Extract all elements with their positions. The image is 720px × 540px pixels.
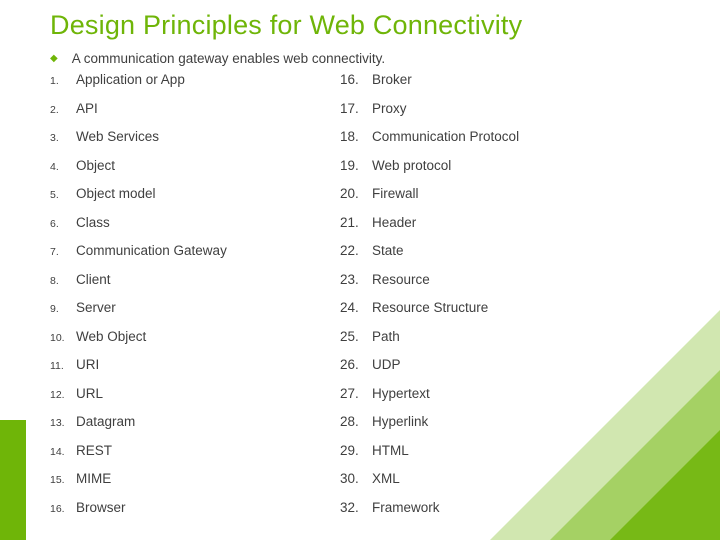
corner-triangle-small bbox=[610, 430, 720, 540]
item-number: 29. bbox=[340, 443, 372, 458]
item-text: MIME bbox=[76, 471, 111, 486]
item-text: Web Services bbox=[76, 129, 159, 144]
list-item: 10.Web Object bbox=[50, 329, 340, 358]
item-text: Application or App bbox=[76, 72, 185, 87]
list-item: 4.Object bbox=[50, 158, 340, 187]
item-text: Web protocol bbox=[372, 158, 451, 173]
item-text: API bbox=[76, 101, 98, 116]
item-text: Communication Protocol bbox=[372, 129, 519, 144]
list-item: 12.URL bbox=[50, 386, 340, 415]
item-number: 8. bbox=[50, 275, 76, 287]
item-number: 18. bbox=[340, 129, 372, 144]
slide: Design Principles for Web Connectivity ◆… bbox=[0, 0, 720, 540]
item-number: 15. bbox=[50, 474, 76, 486]
item-text: XML bbox=[372, 471, 400, 486]
list-item: 21.Header bbox=[340, 215, 660, 244]
list-item: 9.Server bbox=[50, 300, 340, 329]
item-number: 19. bbox=[340, 158, 372, 173]
list-item: 18.Communication Protocol bbox=[340, 129, 660, 158]
item-text: Firewall bbox=[372, 186, 419, 201]
item-number: 11. bbox=[50, 360, 76, 372]
item-text: UDP bbox=[372, 357, 401, 372]
list-item: 14.REST bbox=[50, 443, 340, 472]
list-item: 23.Resource bbox=[340, 272, 660, 301]
list-item: 15.MIME bbox=[50, 471, 340, 500]
list-item: 3.Web Services bbox=[50, 129, 340, 158]
list-item: 22.State bbox=[340, 243, 660, 272]
item-text: REST bbox=[76, 443, 112, 458]
item-number: 17. bbox=[340, 101, 372, 116]
left-column: 1.Application or App2.API3.Web Services4… bbox=[50, 72, 340, 528]
item-text: URI bbox=[76, 357, 99, 372]
list-item: 16.Broker bbox=[340, 72, 660, 101]
item-text: Datagram bbox=[76, 414, 135, 429]
item-text: Object model bbox=[76, 186, 156, 201]
item-number: 9. bbox=[50, 303, 76, 315]
item-number: 25. bbox=[340, 329, 372, 344]
intro-text: A communication gateway enables web conn… bbox=[72, 51, 385, 66]
list-item: 11.URI bbox=[50, 357, 340, 386]
item-number: 5. bbox=[50, 189, 76, 201]
item-number: 4. bbox=[50, 161, 76, 173]
list-item: 17.Proxy bbox=[340, 101, 660, 130]
item-text: Hyperlink bbox=[372, 414, 428, 429]
list-item: 2.API bbox=[50, 101, 340, 130]
item-number: 16. bbox=[50, 503, 76, 515]
item-number: 2. bbox=[50, 104, 76, 116]
list-item: 13.Datagram bbox=[50, 414, 340, 443]
item-number: 7. bbox=[50, 246, 76, 258]
item-text: Framework bbox=[372, 500, 440, 515]
item-text: Server bbox=[76, 300, 116, 315]
item-text: Hypertext bbox=[372, 386, 430, 401]
page-title: Design Principles for Web Connectivity bbox=[50, 10, 692, 41]
item-number: 24. bbox=[340, 300, 372, 315]
list-item: 5.Object model bbox=[50, 186, 340, 215]
item-text: State bbox=[372, 243, 404, 258]
item-text: Header bbox=[372, 215, 416, 230]
item-number: 23. bbox=[340, 272, 372, 287]
item-text: Broker bbox=[372, 72, 412, 87]
item-text: Communication Gateway bbox=[76, 243, 227, 258]
item-text: Browser bbox=[76, 500, 126, 515]
list-item: 1.Application or App bbox=[50, 72, 340, 101]
item-text: URL bbox=[76, 386, 103, 401]
item-number: 20. bbox=[340, 186, 372, 201]
item-number: 30. bbox=[340, 471, 372, 486]
item-number: 12. bbox=[50, 389, 76, 401]
item-text: HTML bbox=[372, 443, 409, 458]
item-text: Object bbox=[76, 158, 115, 173]
item-number: 26. bbox=[340, 357, 372, 372]
item-text: Resource Structure bbox=[372, 300, 488, 315]
list-item: 20.Firewall bbox=[340, 186, 660, 215]
item-number: 14. bbox=[50, 446, 76, 458]
item-text: Resource bbox=[372, 272, 430, 287]
item-text: Web Object bbox=[76, 329, 146, 344]
list-item: 6.Class bbox=[50, 215, 340, 244]
item-number: 22. bbox=[340, 243, 372, 258]
item-number: 21. bbox=[340, 215, 372, 230]
item-number: 10. bbox=[50, 332, 76, 344]
item-number: 6. bbox=[50, 218, 76, 230]
item-number: 16. bbox=[340, 72, 372, 87]
item-number: 28. bbox=[340, 414, 372, 429]
list-item: 7.Communication Gateway bbox=[50, 243, 340, 272]
item-text: Class bbox=[76, 215, 110, 230]
intro-row: ◆ A communication gateway enables web co… bbox=[50, 51, 692, 66]
item-number: 27. bbox=[340, 386, 372, 401]
list-item: 19.Web protocol bbox=[340, 158, 660, 187]
list-item: 16.Browser bbox=[50, 500, 340, 529]
bullet-icon: ◆ bbox=[50, 54, 58, 64]
item-text: Path bbox=[372, 329, 400, 344]
list-item: 8.Client bbox=[50, 272, 340, 301]
item-number: 13. bbox=[50, 417, 76, 429]
item-number: 1. bbox=[50, 75, 76, 87]
item-number: 3. bbox=[50, 132, 76, 144]
item-text: Proxy bbox=[372, 101, 407, 116]
item-text: Client bbox=[76, 272, 111, 287]
item-number: 32. bbox=[340, 500, 372, 515]
side-accent-bar bbox=[0, 420, 26, 540]
